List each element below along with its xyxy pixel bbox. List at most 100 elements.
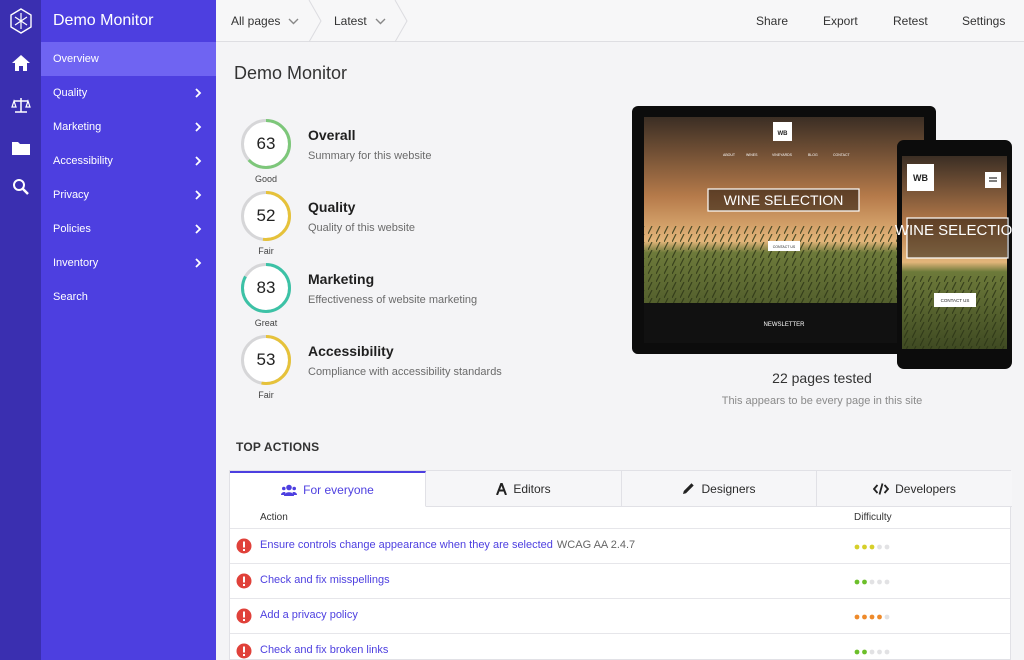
sidebar-item-marketing[interactable]: Marketing [41,110,216,144]
difficulty-dot [862,579,867,585]
difficulty-dot [869,579,875,585]
chevron-right-icon [195,258,202,268]
sidebar-item-label: Privacy [53,189,90,201]
chevron-right-icon [195,190,202,200]
home-icon[interactable] [0,46,41,80]
difficulty-dot [862,649,867,655]
score-subtitle: Effectiveness of website marketing [308,294,478,306]
top-bar: All pages Latest Share Export Retest Set… [216,0,1024,42]
pages-tested-note: This appears to be every page in this si… [721,395,923,407]
retest-button[interactable]: Retest [893,0,928,42]
difficulty-dot [877,544,882,550]
action-text: Add a privacy policy [260,609,358,621]
score-rating: Great [254,318,278,328]
sidebar-item-quality[interactable]: Quality [41,76,216,110]
app-logo-icon[interactable] [0,4,41,38]
tab-editors[interactable]: Editors [426,471,622,507]
preview-menu-item: BLOG [808,153,818,157]
difficulty-dot [869,544,875,550]
score-overall[interactable]: 63 Good Overall Summary for this website [240,118,600,188]
preview-menu-item: CONTACT [833,153,851,157]
share-label: Share [756,14,789,28]
difficulty-dot [877,649,882,655]
preview-cta: CONTACT US [773,245,796,249]
sidebar-item-accessibility[interactable]: Accessibility [41,144,216,178]
table-row[interactable]: Check and fix broken links [230,633,1010,660]
export-label: Export [823,14,858,28]
sidebar-item-overview[interactable]: Overview [41,42,216,76]
pages-filter-label: All pages [231,14,281,28]
pages-filter-dropdown[interactable]: All pages [231,0,299,42]
folder-icon[interactable] [0,130,41,164]
sidebar-item-label: Search [53,291,88,303]
settings-button[interactable]: Settings [962,0,1005,42]
breadcrumb-separator [308,0,322,42]
difficulty-dot [884,579,890,585]
difficulty-dot [862,544,867,550]
score-value: 63 [256,134,276,153]
sidebar-item-privacy[interactable]: Privacy [41,178,216,212]
difficulty-dot [877,614,882,620]
website-preview[interactable]: WB ABOUT WINES VINEYARDS BLOG CONTACT WI… [632,106,1012,370]
preview-phone-hero-title: WINE SELECTION [895,222,1012,239]
table-row[interactable]: Check and fix misspellings [230,563,1010,598]
column-header-difficulty: Difficulty [854,512,892,523]
score-subtitle: Compliance with accessibility standards [308,366,502,378]
chevron-right-icon [195,224,202,234]
score-marketing[interactable]: 83 Great Marketing Effectiveness of webs… [240,262,600,332]
column-header-action: Action [260,512,288,523]
preview-hero-title: WINE SELECTION [724,192,844,208]
preview-menu-item: VINEYARDS [772,153,793,157]
tab-label: Editors [513,481,551,496]
difficulty-indicator [854,614,890,620]
action-link[interactable]: Check and fix broken links [260,644,388,656]
action-link[interactable]: Ensure controls change appearance when t… [260,539,635,551]
sidebar-item-search[interactable]: Search [41,280,216,314]
sidebar: Demo Monitor Overview Quality Marketing … [41,0,216,660]
score-value: 53 [256,350,276,369]
score-value: 52 [256,206,276,225]
action-link[interactable]: Add a privacy policy [260,609,358,621]
sidebar-item-inventory[interactable]: Inventory [41,246,216,280]
preview-newsletter: NEWSLETTER [763,322,805,328]
difficulty-dot [884,649,890,655]
breadcrumb-separator [394,0,408,42]
score-accessibility[interactable]: 53 Fair Accessibility Compliance with ac… [240,334,600,404]
font-icon [496,482,508,495]
error-icon [236,608,252,624]
error-icon [236,643,252,659]
difficulty-dot [869,614,875,620]
users-icon [281,484,298,496]
action-text: Check and fix broken links [260,644,389,656]
tab-for-everyone[interactable]: For everyone [230,471,426,507]
tab-developers[interactable]: Developers [817,471,1012,507]
tab-label: Developers [895,481,956,496]
settings-label: Settings [962,14,1006,28]
version-filter-label: Latest [334,14,367,28]
top-actions-heading: TOP ACTIONS [236,440,320,454]
scale-icon[interactable] [0,88,41,122]
action-link[interactable]: Check and fix misspellings [260,574,390,586]
preview-phone-cta: CONTACT US [941,298,970,303]
search-icon[interactable] [0,170,41,204]
difficulty-dot [854,544,860,550]
score-rating: Fair [258,390,274,400]
export-button[interactable]: Export [823,0,858,42]
chevron-right-icon [195,156,202,166]
sidebar-item-policies[interactable]: Policies [41,212,216,246]
pencil-icon [683,483,695,494]
icon-rail [0,0,41,660]
difficulty-dot [869,649,875,655]
score-title: Accessibility [308,343,394,359]
share-button[interactable]: Share [756,0,788,42]
page-title: Demo Monitor [234,63,348,83]
version-filter-dropdown[interactable]: Latest [334,0,386,42]
table-row[interactable]: Add a privacy policy [230,598,1010,633]
score-title: Quality [308,199,356,215]
tab-designers[interactable]: Designers [622,471,817,507]
difficulty-dot [854,614,860,620]
sidebar-item-label: Inventory [53,257,99,269]
table-row[interactable]: Ensure controls change appearance when t… [230,528,1010,563]
score-quality[interactable]: 52 Fair Quality Quality of this website [240,190,600,260]
chevron-down-icon [288,18,299,24]
